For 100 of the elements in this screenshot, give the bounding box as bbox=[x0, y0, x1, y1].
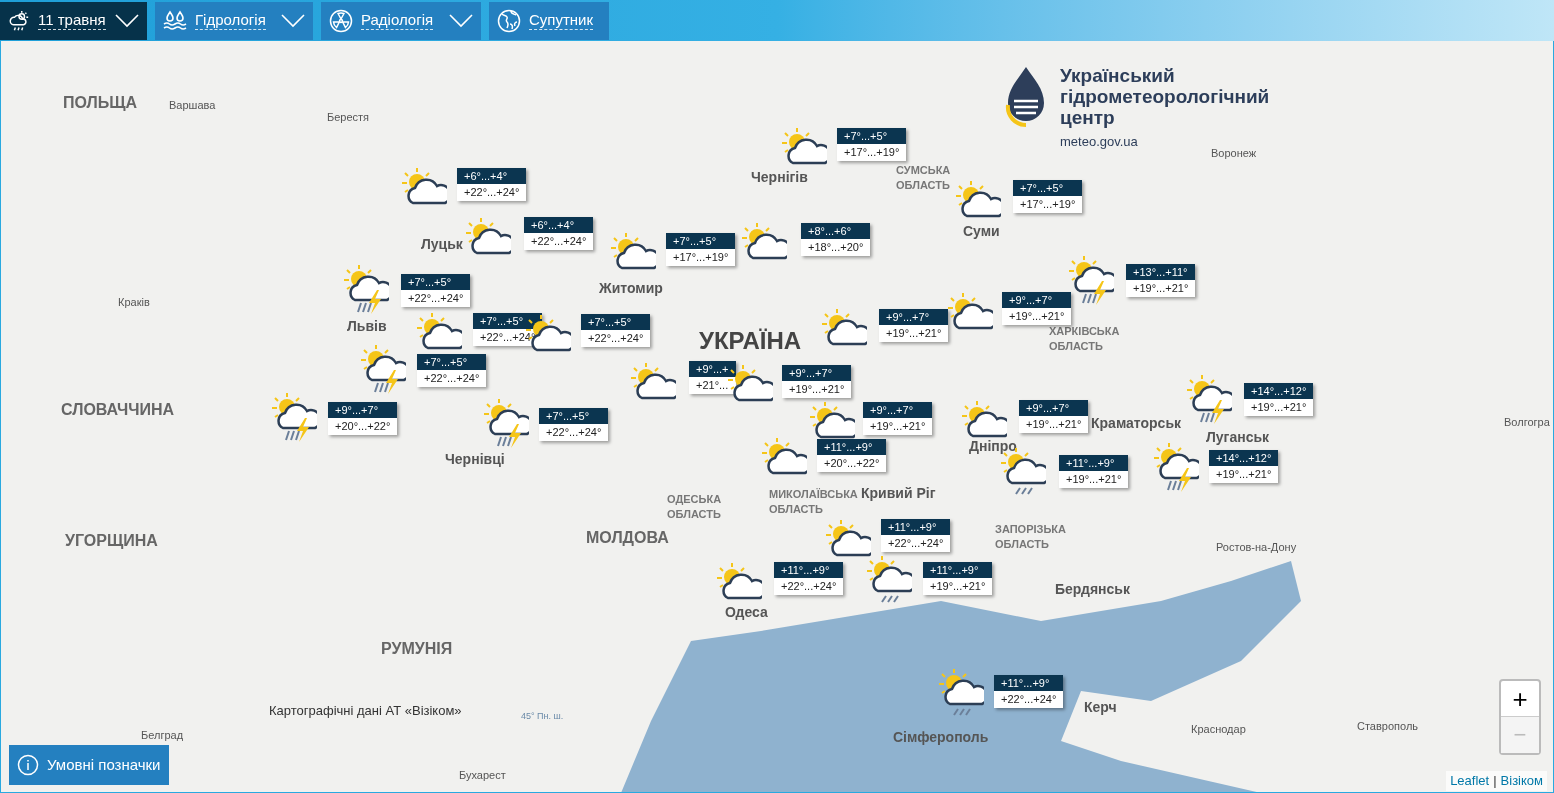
attribution-link[interactable]: Leaflet bbox=[1450, 771, 1490, 791]
night-temperature: +9°...+7° bbox=[879, 309, 949, 325]
night-temperature: +11°...+9° bbox=[1059, 455, 1129, 471]
city-label: Воронеж bbox=[1211, 146, 1257, 161]
day-temperature: +22°...+24° bbox=[774, 578, 844, 595]
night-temperature: +13°...+11° bbox=[1126, 264, 1196, 280]
city-label: Ростов-на-Дону bbox=[1216, 540, 1297, 555]
night-temperature: +11°...+9° bbox=[881, 519, 951, 535]
night-temperature: +11°...+9° bbox=[774, 562, 844, 578]
country-label: РУМУНІЯ bbox=[381, 639, 453, 659]
night-temperature: +9°...+7° bbox=[863, 402, 933, 418]
map-area[interactable] bbox=[0, 41, 1554, 793]
city-label: Львів bbox=[347, 317, 387, 336]
city-label: Сімферополь bbox=[893, 728, 989, 747]
country-label: ПОЛЬЩА bbox=[63, 93, 138, 113]
day-temperature: +21°... bbox=[689, 377, 736, 394]
night-temperature: +14°...+12° bbox=[1244, 383, 1314, 399]
night-temperature: +11°...+9° bbox=[923, 562, 993, 578]
city-label: Керч bbox=[1084, 698, 1117, 717]
city-label: Одеса bbox=[725, 603, 768, 622]
radiation-icon bbox=[329, 8, 353, 33]
chevron-down-icon bbox=[115, 13, 139, 28]
night-temperature: +6°...+4° bbox=[457, 168, 527, 184]
menu-tab[interactable]: Супутник bbox=[489, 1, 609, 40]
day-temperature: +19°...+21° bbox=[1244, 399, 1314, 416]
region-label: СУМСЬКА ОБЛАСТЬ bbox=[896, 163, 952, 193]
logo-text: центр bbox=[1060, 107, 1116, 128]
day-temperature: +17°...+19° bbox=[666, 249, 736, 266]
legend-button[interactable]: Умовні позначки bbox=[9, 745, 169, 785]
city-label: Бердянськ bbox=[1055, 580, 1130, 599]
attribution-link[interactable]: Візіком bbox=[1500, 771, 1543, 791]
city-label: Ставрополь bbox=[1357, 719, 1419, 734]
night-temperature: +7°...+5° bbox=[401, 274, 471, 290]
day-temperature: +20°...+22° bbox=[817, 455, 887, 472]
night-temperature: +9°...+7° bbox=[782, 365, 852, 381]
day-temperature: +19°...+21° bbox=[1209, 466, 1279, 483]
day-temperature: +22°...+24° bbox=[401, 290, 471, 307]
city-label: Краматорськ bbox=[1091, 414, 1181, 433]
day-temperature: +19°...+21° bbox=[1126, 280, 1196, 297]
country-label: УКРАЇНА bbox=[699, 326, 802, 356]
night-temperature: +7°...+5° bbox=[1013, 180, 1083, 196]
day-temperature: +22°...+24° bbox=[881, 535, 951, 552]
menu-tab[interactable]: Гідрологія bbox=[155, 1, 313, 40]
chevron-down-icon bbox=[281, 13, 305, 28]
chevron-down-icon bbox=[449, 13, 473, 28]
logo-text: гідрометеорологічний bbox=[1060, 86, 1270, 107]
night-temperature: +7°...+5° bbox=[539, 408, 609, 424]
day-temperature: +22°...+24° bbox=[581, 330, 651, 347]
map-credit: Картографічні дані АТ «Візіком» bbox=[269, 702, 462, 720]
night-temperature: +7°...+5° bbox=[666, 233, 736, 249]
logo-url: meteo.gov.ua bbox=[1060, 133, 1139, 151]
weather-icon bbox=[8, 9, 30, 32]
day-temperature: +17°...+19° bbox=[837, 144, 907, 161]
day-temperature: +22°...+24° bbox=[539, 424, 609, 441]
night-temperature: +11°...+9° bbox=[994, 675, 1064, 691]
menu-tab[interactable]: Радіологія bbox=[321, 1, 481, 40]
day-temperature: +19°...+21° bbox=[782, 381, 852, 398]
night-temperature: +14°...+12° bbox=[1209, 450, 1279, 466]
country-label: УГОРЩИНА bbox=[65, 531, 158, 551]
graticule-label: 45° Пн. ш. bbox=[521, 710, 564, 723]
day-temperature: +22°...+24° bbox=[994, 691, 1064, 708]
region-label: ОДЕСЬКА ОБЛАСТЬ bbox=[667, 492, 723, 522]
city-label: Житомир bbox=[599, 279, 663, 298]
city-label: Луганськ bbox=[1206, 428, 1270, 447]
night-temperature: +7°...+5° bbox=[473, 313, 543, 329]
city-label: Чернігів bbox=[751, 168, 808, 187]
night-temperature: +6°...+4° bbox=[524, 217, 594, 233]
night-temperature: +8°...+6° bbox=[801, 223, 871, 239]
night-temperature: +9°...+7° bbox=[1002, 292, 1072, 308]
day-temperature: +20°...+22° bbox=[328, 418, 398, 435]
day-temperature: +22°...+24° bbox=[417, 370, 487, 387]
city-label: Чернівці bbox=[445, 450, 505, 469]
region-label: ХАРКІВСЬКА ОБЛАСТЬ bbox=[1049, 324, 1121, 354]
night-temperature: +7°...+5° bbox=[837, 128, 907, 144]
city-label: Кривий Ріг bbox=[861, 484, 936, 503]
city-label: Краків bbox=[118, 295, 150, 310]
region-label: МИКОЛАЇВСЬКА ОБЛАСТЬ bbox=[769, 487, 859, 517]
day-temperature: +18°...+20° bbox=[801, 239, 871, 256]
day-temperature: +19°...+21° bbox=[1059, 471, 1129, 488]
city-label: Варшава bbox=[169, 98, 216, 113]
night-temperature: +9°...+7° bbox=[1019, 400, 1089, 416]
logo-text: Український bbox=[1060, 65, 1176, 86]
night-temperature: +11°...+9° bbox=[817, 439, 887, 455]
city-label: Волгогра bbox=[1504, 415, 1550, 430]
city-label: Берестя bbox=[327, 110, 370, 125]
day-temperature: +17°...+19° bbox=[1013, 196, 1083, 213]
night-temperature: +7°...+5° bbox=[417, 354, 487, 370]
day-temperature: +19°...+21° bbox=[923, 578, 993, 595]
separator-text: | bbox=[1493, 772, 1497, 790]
city-label: Бухарест bbox=[459, 768, 506, 783]
day-temperature: +19°...+21° bbox=[879, 325, 949, 342]
country-label: СЛОВАЧЧИНА bbox=[61, 400, 174, 420]
day-temperature: +19°...+21° bbox=[1002, 308, 1072, 325]
menu-tab[interactable]: 11 травня bbox=[0, 1, 147, 40]
region-label: ЗАПОРІЗЬКА ОБЛАСТЬ bbox=[995, 522, 1067, 552]
day-temperature: +19°...+21° bbox=[1019, 416, 1089, 433]
info-icon bbox=[17, 754, 39, 776]
city-label: Белград bbox=[141, 728, 184, 743]
city-label: Дніпро bbox=[969, 437, 1017, 456]
city-label: Краснодар bbox=[1191, 722, 1246, 737]
